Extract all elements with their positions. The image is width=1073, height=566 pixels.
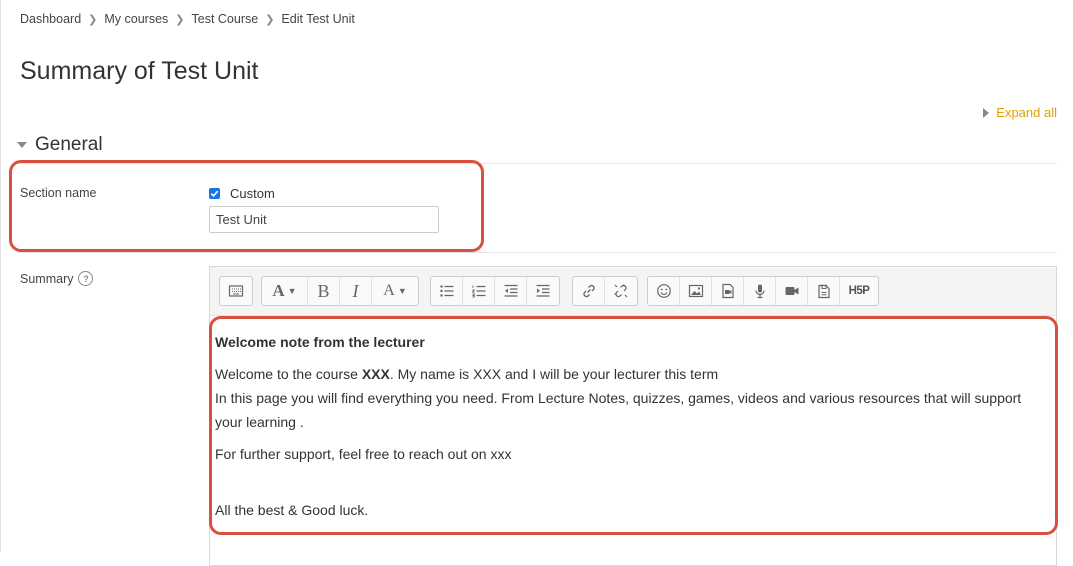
general-section-header[interactable]: General <box>17 134 103 156</box>
breadcrumb-edit-test-unit[interactable]: Edit Test Unit <box>281 12 354 26</box>
link-icon[interactable] <box>573 277 605 305</box>
expand-all-link[interactable]: Expand all <box>983 105 1057 120</box>
ordered-list-icon[interactable] <box>463 277 495 305</box>
image-icon[interactable] <box>680 277 712 305</box>
toolbar-group-media: H5P <box>647 276 879 306</box>
expand-all-label: Expand all <box>996 105 1057 120</box>
welcome-paragraph: Welcome to the course XXX. My name is XX… <box>215 366 719 382</box>
content-paragraph: In this page you will find everything yo… <box>215 390 1022 430</box>
indent-icon[interactable] <box>527 277 559 305</box>
toolbar-group-collapse <box>219 276 253 306</box>
section-name-input[interactable] <box>209 206 439 233</box>
font-color-icon[interactable]: A ▼ <box>372 277 418 305</box>
help-icon[interactable]: ? <box>78 271 94 286</box>
divider <box>17 163 1057 164</box>
welcome-heading: Welcome note from the lecturer <box>215 334 425 350</box>
record-video-icon[interactable] <box>776 277 808 305</box>
h5p-icon[interactable]: H5P <box>840 277 878 305</box>
emoji-icon[interactable] <box>648 277 680 305</box>
unlink-icon[interactable] <box>605 277 637 305</box>
chevron-right-icon: ❯ <box>175 13 185 26</box>
caret-down-icon <box>17 142 27 148</box>
toolbar-group-text: A ▼ B I A ▼ <box>261 276 419 306</box>
page-title: Summary of Test Unit <box>20 57 259 85</box>
atto-collapse-icon[interactable] <box>220 277 252 305</box>
custom-checkbox-row[interactable]: Custom <box>209 186 275 201</box>
breadcrumb-dashboard[interactable]: Dashboard <box>20 12 81 26</box>
closing-paragraph: All the best & Good luck. <box>215 502 369 518</box>
chevron-right-icon: ❯ <box>265 13 275 26</box>
breadcrumb-my-courses[interactable]: My courses <box>104 12 168 26</box>
font-style-icon[interactable]: A ▼ <box>262 277 308 305</box>
breadcrumb: Dashboard ❯ My courses ❯ Test Course ❯ E… <box>20 12 355 26</box>
chevron-right-icon: ❯ <box>88 13 98 26</box>
support-paragraph: For further support, feel free to reach … <box>215 446 512 462</box>
record-audio-icon[interactable] <box>744 277 776 305</box>
divider <box>17 252 1057 253</box>
manage-files-icon[interactable] <box>808 277 840 305</box>
custom-checkbox[interactable] <box>209 188 220 199</box>
editor-content[interactable]: Welcome note from the lecturer Welcome t… <box>210 316 1056 536</box>
check-icon <box>210 190 219 198</box>
media-icon[interactable] <box>712 277 744 305</box>
italic-icon[interactable]: I <box>340 277 372 305</box>
bold-icon[interactable]: B <box>308 277 340 305</box>
summary-editor[interactable]: A ▼ B I A ▼ H5P Welcome note from the le… <box>209 266 1057 566</box>
caret-right-icon <box>983 107 990 118</box>
custom-checkbox-label: Custom <box>230 186 275 201</box>
general-section-title: General <box>35 134 103 155</box>
editor-toolbar: A ▼ B I A ▼ H5P <box>210 267 1056 316</box>
toolbar-group-lists <box>430 276 560 306</box>
summary-label: Summary ? <box>20 271 94 286</box>
toolbar-group-links <box>572 276 638 306</box>
outdent-icon[interactable] <box>495 277 527 305</box>
unordered-list-icon[interactable] <box>431 277 463 305</box>
breadcrumb-test-course[interactable]: Test Course <box>192 12 259 26</box>
section-name-label: Section name <box>20 186 97 200</box>
left-border <box>0 0 1 552</box>
